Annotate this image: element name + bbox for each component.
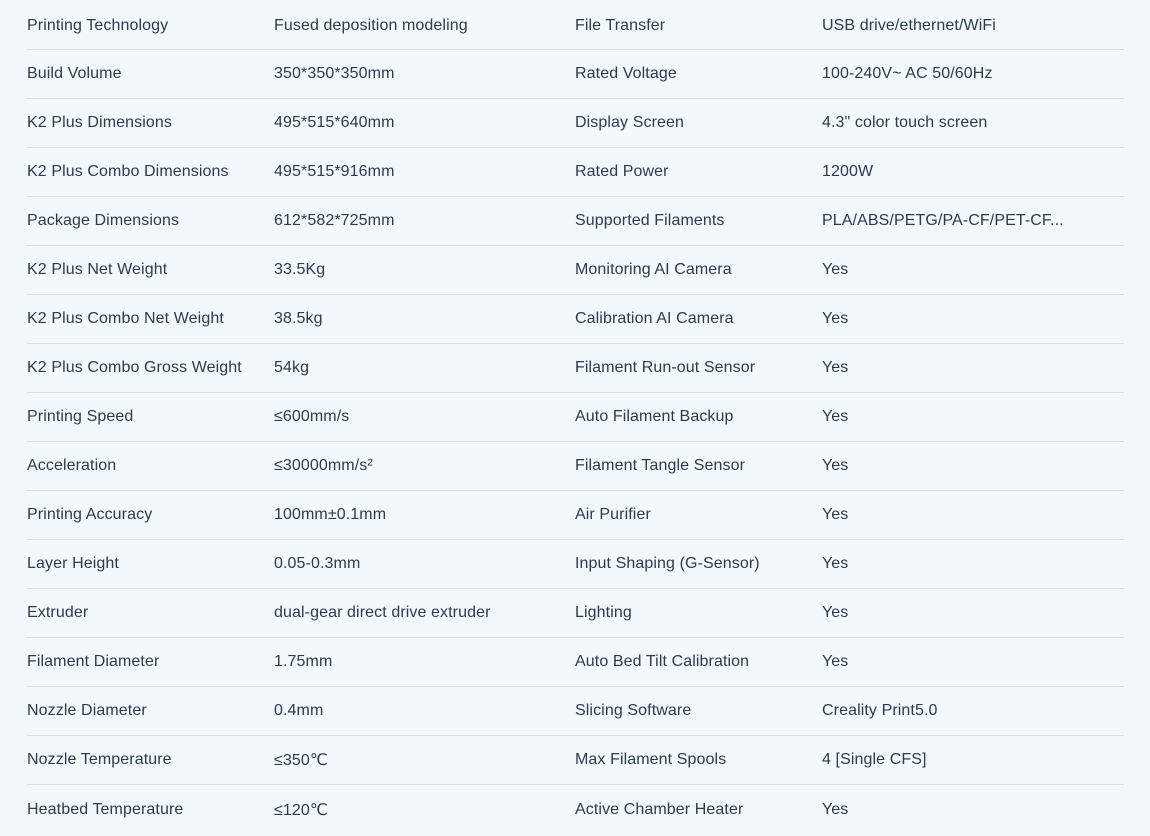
spec-label: Max Filament Spools bbox=[575, 751, 727, 768]
spec-row: Printing Accuracy 100mm±0.1mm Air Purifi… bbox=[27, 491, 1124, 540]
spec-label: Acceleration bbox=[27, 457, 117, 474]
spec-label: Nozzle Temperature bbox=[27, 751, 172, 768]
spec-label: Nozzle Diameter bbox=[27, 702, 147, 719]
spec-value: 0.4mm bbox=[274, 702, 324, 719]
spec-label: Lighting bbox=[575, 604, 632, 621]
spec-label: Supported Filaments bbox=[575, 212, 725, 229]
spec-label: Build Volume bbox=[27, 65, 122, 82]
spec-value: 100mm±0.1mm bbox=[274, 506, 387, 523]
spec-table: Printing Technology Fused deposition mod… bbox=[27, 2, 1124, 834]
spec-row: Heatbed Temperature ≤120℃ Active Chamber… bbox=[27, 785, 1124, 834]
spec-value: 0.05-0.3mm bbox=[274, 555, 361, 572]
spec-label: Printing Technology bbox=[27, 16, 169, 34]
spec-value: Yes bbox=[822, 261, 849, 278]
spec-row: Printing Technology Fused deposition mod… bbox=[27, 2, 1124, 50]
spec-value: Yes bbox=[822, 800, 849, 818]
spec-value: ≤30000mm/s² bbox=[274, 457, 373, 474]
spec-value: 1200W bbox=[822, 163, 874, 180]
spec-row: Layer Height 0.05-0.3mm Input Shaping (G… bbox=[27, 540, 1124, 589]
spec-row: K2 Plus Net Weight 33.5Kg Monitoring AI … bbox=[27, 246, 1124, 295]
spec-value: Creality Print5.0 bbox=[822, 702, 938, 719]
spec-label: K2 Plus Dimensions bbox=[27, 114, 172, 131]
spec-label: K2 Plus Combo Net Weight bbox=[27, 310, 224, 327]
spec-label: Package Dimensions bbox=[27, 212, 180, 229]
spec-row: K2 Plus Combo Net Weight 38.5kg Calibrat… bbox=[27, 295, 1124, 344]
spec-value: Yes bbox=[822, 457, 849, 474]
spec-value: 612*582*725mm bbox=[274, 212, 395, 229]
spec-value: ≤120℃ bbox=[274, 801, 328, 819]
spec-value: ≤350℃ bbox=[274, 752, 328, 769]
spec-label: Input Shaping (G-Sensor) bbox=[575, 555, 760, 572]
spec-value: 38.5kg bbox=[274, 310, 323, 327]
spec-label: Heatbed Temperature bbox=[27, 800, 184, 818]
spec-value: 1.75mm bbox=[274, 653, 333, 670]
spec-value: 4 [Single CFS] bbox=[822, 751, 927, 768]
spec-value: 100-240V~ AC 50/60Hz bbox=[822, 65, 993, 82]
spec-value: Yes bbox=[822, 506, 849, 523]
spec-label: Display Screen bbox=[575, 114, 685, 131]
spec-label: Calibration AI Camera bbox=[575, 310, 734, 327]
spec-value: 495*515*640mm bbox=[274, 114, 395, 131]
spec-value: Yes bbox=[822, 604, 849, 621]
spec-value: Yes bbox=[822, 359, 849, 376]
spec-row: K2 Plus Combo Gross Weight 54kg Filament… bbox=[27, 344, 1124, 393]
spec-value: 495*515*916mm bbox=[274, 163, 395, 180]
spec-row: Extruder dual-gear direct drive extruder… bbox=[27, 589, 1124, 638]
spec-label: Air Purifier bbox=[575, 506, 651, 523]
spec-label: Filament Tangle Sensor bbox=[575, 457, 745, 474]
spec-label: Auto Bed Tilt Calibration bbox=[575, 653, 750, 670]
spec-row: Acceleration ≤30000mm/s² Filament Tangle… bbox=[27, 442, 1124, 491]
spec-label: Active Chamber Heater bbox=[575, 800, 744, 818]
spec-label: File Transfer bbox=[575, 16, 666, 34]
spec-value: Yes bbox=[822, 653, 849, 670]
spec-label: K2 Plus Net Weight bbox=[27, 261, 168, 278]
spec-label: Auto Filament Backup bbox=[575, 408, 734, 425]
spec-label: Printing Accuracy bbox=[27, 506, 153, 523]
spec-value: Yes bbox=[822, 310, 849, 327]
spec-label: Rated Voltage bbox=[575, 65, 677, 82]
spec-value: PLA/ABS/PETG/PA-CF/PET-CF... bbox=[822, 212, 1064, 229]
spec-label: K2 Plus Combo Gross Weight bbox=[27, 359, 242, 376]
spec-value: ≤600mm/s bbox=[274, 408, 350, 425]
spec-value: Yes bbox=[822, 555, 849, 572]
spec-row: Build Volume 350*350*350mm Rated Voltage… bbox=[27, 50, 1124, 99]
spec-label: K2 Plus Combo Dimensions bbox=[27, 163, 229, 180]
spec-label: Filament Diameter bbox=[27, 653, 160, 670]
spec-label: Extruder bbox=[27, 604, 89, 621]
spec-row: K2 Plus Combo Dimensions 495*515*916mm R… bbox=[27, 148, 1124, 197]
spec-label: Printing Speed bbox=[27, 408, 134, 425]
spec-value: 54kg bbox=[274, 359, 310, 376]
spec-value: 350*350*350mm bbox=[274, 65, 395, 82]
spec-label: Rated Power bbox=[575, 163, 669, 180]
spec-value: Yes bbox=[822, 408, 849, 425]
spec-label: Layer Height bbox=[27, 555, 119, 572]
spec-label: Filament Run-out Sensor bbox=[575, 359, 756, 376]
spec-value: 4.3" color touch screen bbox=[822, 114, 988, 131]
spec-row: Package Dimensions 612*582*725mm Support… bbox=[27, 197, 1124, 246]
spec-row: Printing Speed ≤600mm/s Auto Filament Ba… bbox=[27, 393, 1124, 442]
spec-value: Fused deposition modeling bbox=[274, 16, 468, 34]
spec-row: Filament Diameter 1.75mm Auto Bed Tilt C… bbox=[27, 638, 1124, 687]
spec-row: Nozzle Diameter 0.4mm Slicing Software C… bbox=[27, 687, 1124, 736]
spec-label: Monitoring AI Camera bbox=[575, 261, 732, 278]
spec-value: USB drive/ethernet/WiFi bbox=[822, 16, 996, 34]
spec-label: Slicing Software bbox=[575, 702, 692, 719]
spec-row: K2 Plus Dimensions 495*515*640mm Display… bbox=[27, 99, 1124, 148]
spec-value: dual-gear direct drive extruder bbox=[274, 604, 491, 621]
spec-row: Nozzle Temperature ≤350℃ Max Filament Sp… bbox=[27, 736, 1124, 785]
spec-value: 33.5Kg bbox=[274, 261, 326, 278]
